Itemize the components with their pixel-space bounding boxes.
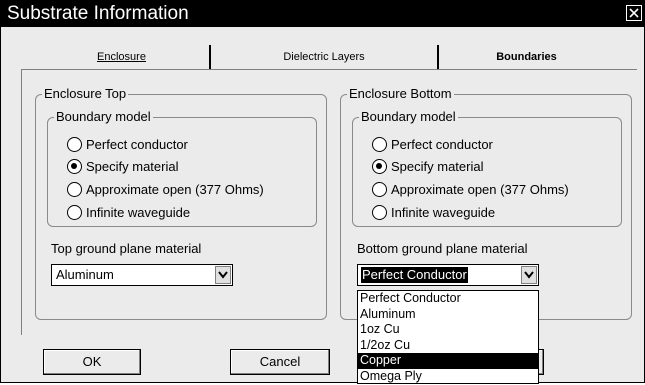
- radio-label: Approximate open (377 Ohms): [391, 181, 569, 197]
- top-boundary-model-label: Boundary model: [54, 109, 153, 125]
- radio-icon[interactable]: [67, 136, 82, 152]
- radio-icon[interactable]: [372, 181, 387, 197]
- radio-icon[interactable]: [67, 204, 82, 220]
- bottom-boundary-model-label: Boundary model: [359, 109, 458, 125]
- close-icon[interactable]: [626, 5, 642, 21]
- ground-plane-dropdown-list[interactable]: Perfect Conductor Aluminum 1oz Cu 1/2oz …: [357, 290, 539, 384]
- top-ground-plane-label: Top ground plane material: [51, 241, 202, 256]
- enclosure-top-label: Enclosure Top: [42, 86, 129, 102]
- dropdown-option[interactable]: Aluminum: [358, 307, 538, 323]
- window-title: Substrate Information: [7, 3, 189, 24]
- radio-icon[interactable]: [372, 204, 387, 220]
- radio-label: Specify material: [86, 158, 179, 174]
- tab-enclosure[interactable]: Enclosure: [34, 45, 209, 69]
- bottom-ground-plane-select[interactable]: Perfect Conductor: [357, 264, 539, 286]
- title-bar[interactable]: Substrate Information: [1, 1, 644, 27]
- radio-icon[interactable]: [67, 181, 82, 197]
- radio-label: Specify material: [391, 158, 484, 174]
- radio-icon[interactable]: [67, 158, 82, 174]
- select-value: Aluminum: [56, 267, 114, 282]
- chevron-down-icon[interactable]: [521, 266, 537, 284]
- top-radio-infinite-waveguide[interactable]: Infinite waveguide: [67, 202, 190, 222]
- top-radio-approximate-open[interactable]: Approximate open (377 Ohms): [67, 179, 264, 199]
- cancel-button[interactable]: Cancel: [230, 349, 330, 375]
- top-radio-specify-material[interactable]: Specify material: [67, 156, 178, 176]
- radio-label: Infinite waveguide: [391, 204, 496, 220]
- top-radio-perfect-conductor[interactable]: Perfect conductor: [67, 134, 188, 154]
- radio-label: Approximate open (377 Ohms): [86, 181, 264, 197]
- bottom-radio-perfect-conductor[interactable]: Perfect conductor: [372, 134, 493, 154]
- dropdown-option[interactable]: Omega Ply: [358, 369, 538, 385]
- substrate-information-dialog: Substrate Information Enclosure Dielectr…: [0, 0, 645, 384]
- enclosure-bottom-label: Enclosure Bottom: [347, 86, 454, 102]
- bottom-radio-infinite-waveguide[interactable]: Infinite waveguide: [372, 202, 495, 222]
- tab-dielectric-layers[interactable]: Dielectric Layers: [209, 45, 439, 69]
- radio-label: Perfect conductor: [391, 136, 493, 152]
- bottom-radio-approximate-open[interactable]: Approximate open (377 Ohms): [372, 179, 569, 199]
- radio-label: Perfect conductor: [86, 136, 188, 152]
- select-value: Perfect Conductor: [361, 267, 468, 283]
- bottom-radio-specify-material[interactable]: Specify material: [372, 156, 483, 176]
- tab-strip: Enclosure Dielectric Layers Boundaries: [34, 45, 614, 69]
- radio-label: Infinite waveguide: [86, 204, 191, 220]
- radio-icon[interactable]: [372, 158, 387, 174]
- radio-icon[interactable]: [372, 136, 387, 152]
- bottom-ground-plane-label: Bottom ground plane material: [357, 241, 528, 256]
- dropdown-option[interactable]: Perfect Conductor: [358, 291, 538, 307]
- dropdown-option[interactable]: 1oz Cu: [358, 322, 538, 338]
- chevron-down-icon[interactable]: [215, 266, 231, 284]
- dropdown-option-highlighted[interactable]: Copper: [358, 353, 538, 369]
- top-ground-plane-select[interactable]: Aluminum: [51, 264, 233, 286]
- tab-boundaries[interactable]: Boundaries: [439, 45, 614, 69]
- dropdown-option[interactable]: 1/2oz Cu: [358, 338, 538, 354]
- ok-button[interactable]: OK: [43, 349, 141, 375]
